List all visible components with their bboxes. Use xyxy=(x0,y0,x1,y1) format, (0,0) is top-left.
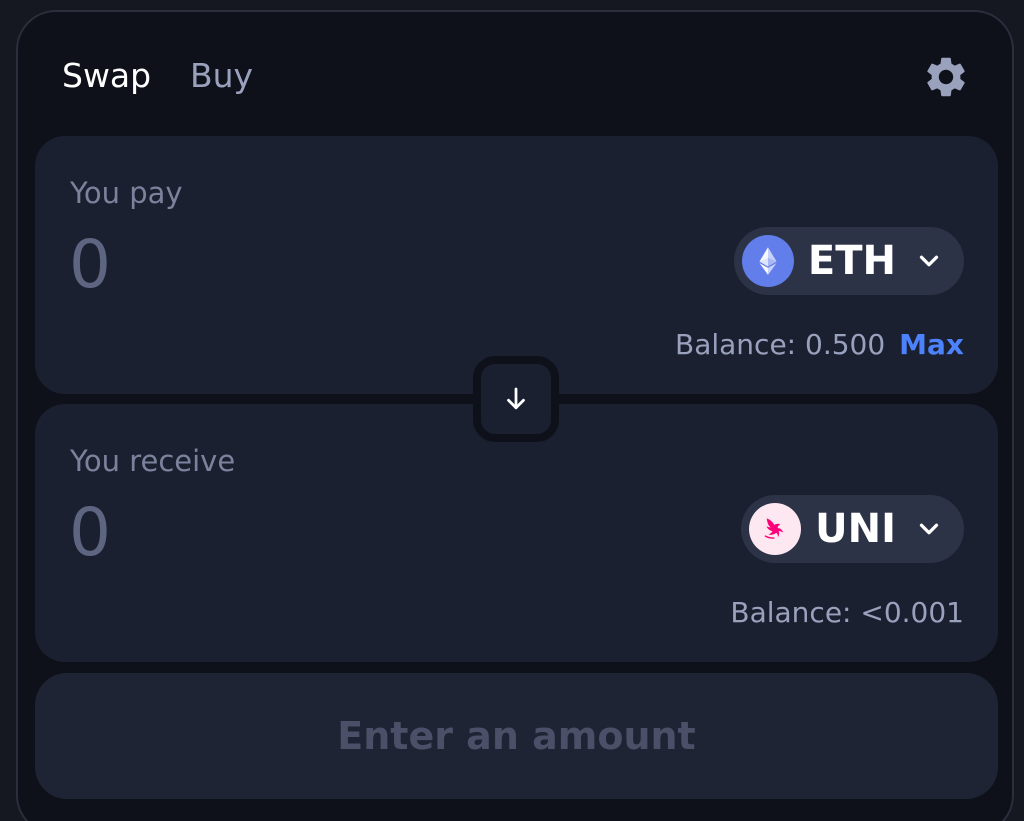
receive-token-selector[interactable]: UNI xyxy=(741,495,964,563)
uni-logo-icon xyxy=(749,503,802,555)
pay-token-symbol: ETH xyxy=(807,238,896,284)
tab-buy[interactable]: Buy xyxy=(190,56,253,96)
receive-amount-input[interactable] xyxy=(69,492,629,572)
receive-token-symbol: UNI xyxy=(815,506,896,552)
switch-tokens-button[interactable] xyxy=(473,356,559,442)
pay-balance: Balance: 0.500 xyxy=(675,327,886,361)
receive-balance: Balance: <0.001 xyxy=(730,595,964,629)
arrow-down-icon xyxy=(507,387,525,410)
pay-token-selector[interactable]: ETH xyxy=(733,227,964,295)
pay-label: You pay xyxy=(70,176,183,210)
max-button[interactable]: Max xyxy=(899,328,964,361)
page: Swap Buy You pay ETH xyxy=(0,0,1024,821)
pay-balance-row: Balance: 0.500 Max xyxy=(675,327,964,361)
eth-logo-icon xyxy=(741,235,794,287)
receive-panel: You receive UNI Balance: <0.001 xyxy=(35,404,998,662)
chevron-down-icon xyxy=(919,523,939,535)
receive-label: You receive xyxy=(70,444,236,478)
chevron-down-icon xyxy=(919,255,939,267)
receive-balance-row: Balance: <0.001 xyxy=(730,595,964,629)
enter-amount-button[interactable]: Enter an amount xyxy=(35,673,998,799)
settings-button[interactable] xyxy=(922,53,970,101)
gear-icon xyxy=(927,57,965,97)
pay-amount-input[interactable] xyxy=(69,224,629,304)
tab-swap[interactable]: Swap xyxy=(62,56,151,96)
